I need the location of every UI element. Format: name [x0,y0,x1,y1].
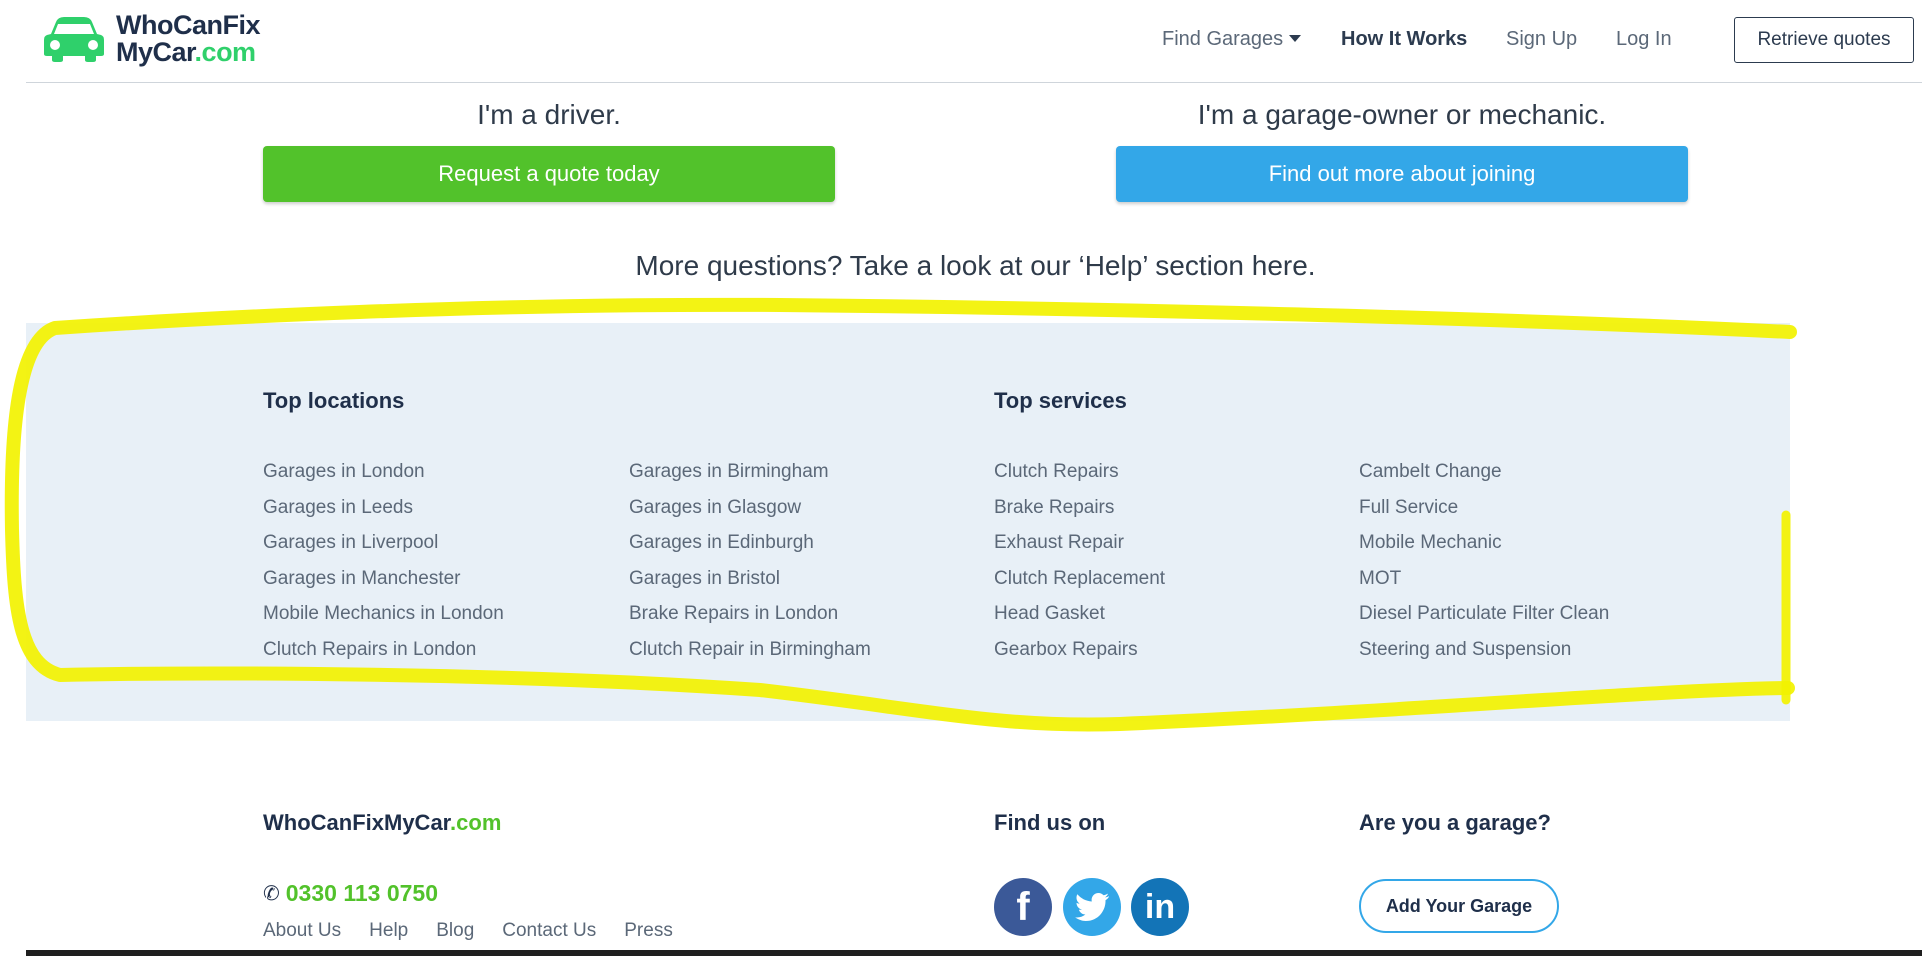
service-link[interactable]: Head Gasket [994,600,1165,636]
footer-link-contact[interactable]: Contact Us [502,920,596,942]
location-link[interactable]: Garages in Liverpool [263,529,504,565]
nav-log-in[interactable]: Log In [1616,28,1672,51]
service-link[interactable]: Clutch Repairs [994,458,1165,494]
footer-links: About Us Help Blog Contact Us Press [263,920,673,942]
garage-heading: I'm a garage-owner or mechanic. [1197,99,1607,130]
location-link[interactable]: Garages in Bristol [629,565,871,601]
footer-brand: WhoCanFixMyCar.com [263,810,501,836]
footer-link-press[interactable]: Press [624,920,673,942]
logo-line1: WhoCanFix [116,10,261,40]
facebook-icon[interactable]: f [994,878,1052,936]
retrieve-quotes-button[interactable]: Retrieve quotes [1734,17,1914,63]
service-link[interactable]: Brake Repairs [994,494,1165,530]
location-link[interactable]: Brake Repairs in London [629,600,871,636]
phone-number-text: 0330 113 0750 [285,880,438,906]
find-us-title: Find us on [994,810,1106,835]
request-quote-button[interactable]: Request a quote today [263,146,835,202]
location-link[interactable]: Garages in Birmingham [629,458,871,494]
footer-link-help[interactable]: Help [369,920,408,942]
logo-text: WhoCanFix MyCar.com [116,10,261,67]
phone-number[interactable]: ✆ 0330 113 0750 [263,880,438,907]
footer-link-about[interactable]: About Us [263,920,341,942]
site-logo[interactable]: WhoCanFix MyCar.com [44,10,261,67]
service-link[interactable]: Cambelt Change [1359,458,1609,494]
nav-sign-up[interactable]: Sign Up [1506,28,1577,51]
nav-find-garages[interactable]: Find Garages [1162,28,1302,51]
service-link[interactable]: MOT [1359,565,1609,601]
are-you-garage-title: Are you a garage? [1359,810,1551,835]
bottom-bar [26,950,1922,956]
service-link[interactable]: Steering and Suspension [1359,636,1609,672]
location-link[interactable]: Garages in Manchester [263,565,504,601]
linkedin-icon[interactable]: in [1131,878,1189,936]
car-logo-icon [44,16,104,62]
location-link[interactable]: Clutch Repairs in London [263,636,504,672]
services-column-1: Clutch Repairs Brake Repairs Exhaust Rep… [994,458,1165,671]
join-info-button[interactable]: Find out more about joining [1116,146,1688,202]
service-link[interactable]: Full Service [1359,494,1609,530]
location-link[interactable]: Garages in Edinburgh [629,529,871,565]
service-link[interactable]: Exhaust Repair [994,529,1165,565]
services-column-2: Cambelt Change Full Service Mobile Mecha… [1359,458,1609,671]
top-locations-title: Top locations [263,388,405,413]
footer-brand-name: WhoCanFixMyCar [263,810,451,835]
service-link[interactable]: Mobile Mechanic [1359,529,1609,565]
location-link[interactable]: Garages in Glasgow [629,494,871,530]
add-garage-button[interactable]: Add Your Garage [1359,879,1559,933]
locations-column-1: Garages in London Garages in Leeds Garag… [263,458,504,671]
caret-down-icon [1289,35,1302,42]
nav-find-garages-label: Find Garages [1162,28,1284,50]
locations-column-2: Garages in Birmingham Garages in Glasgow… [629,458,871,671]
footer-brand-dotcom: .com [450,810,502,835]
footer-link-blog[interactable]: Blog [436,920,474,942]
logo-dotcom: .com [194,37,257,67]
location-link[interactable]: Mobile Mechanics in London [263,600,504,636]
site-header: WhoCanFix MyCar.com Find Garages How It … [26,0,1922,83]
twitter-icon[interactable] [1063,878,1121,936]
top-services-title: Top services [994,388,1127,413]
location-link[interactable]: Clutch Repair in Birmingham [629,636,871,672]
nav-how-it-works[interactable]: How It Works [1341,28,1467,51]
service-link[interactable]: Diesel Particulate Filter Clean [1359,600,1609,636]
help-link[interactable]: More questions? Take a look at our ‘Help… [263,250,1688,282]
phone-icon: ✆ [263,883,280,905]
service-link[interactable]: Clutch Replacement [994,565,1165,601]
location-link[interactable]: Garages in London [263,458,504,494]
logo-line2: MyCar [116,37,195,67]
location-link[interactable]: Garages in Leeds [263,494,504,530]
driver-heading: I'm a driver. [477,99,621,130]
service-link[interactable]: Gearbox Repairs [994,636,1165,672]
